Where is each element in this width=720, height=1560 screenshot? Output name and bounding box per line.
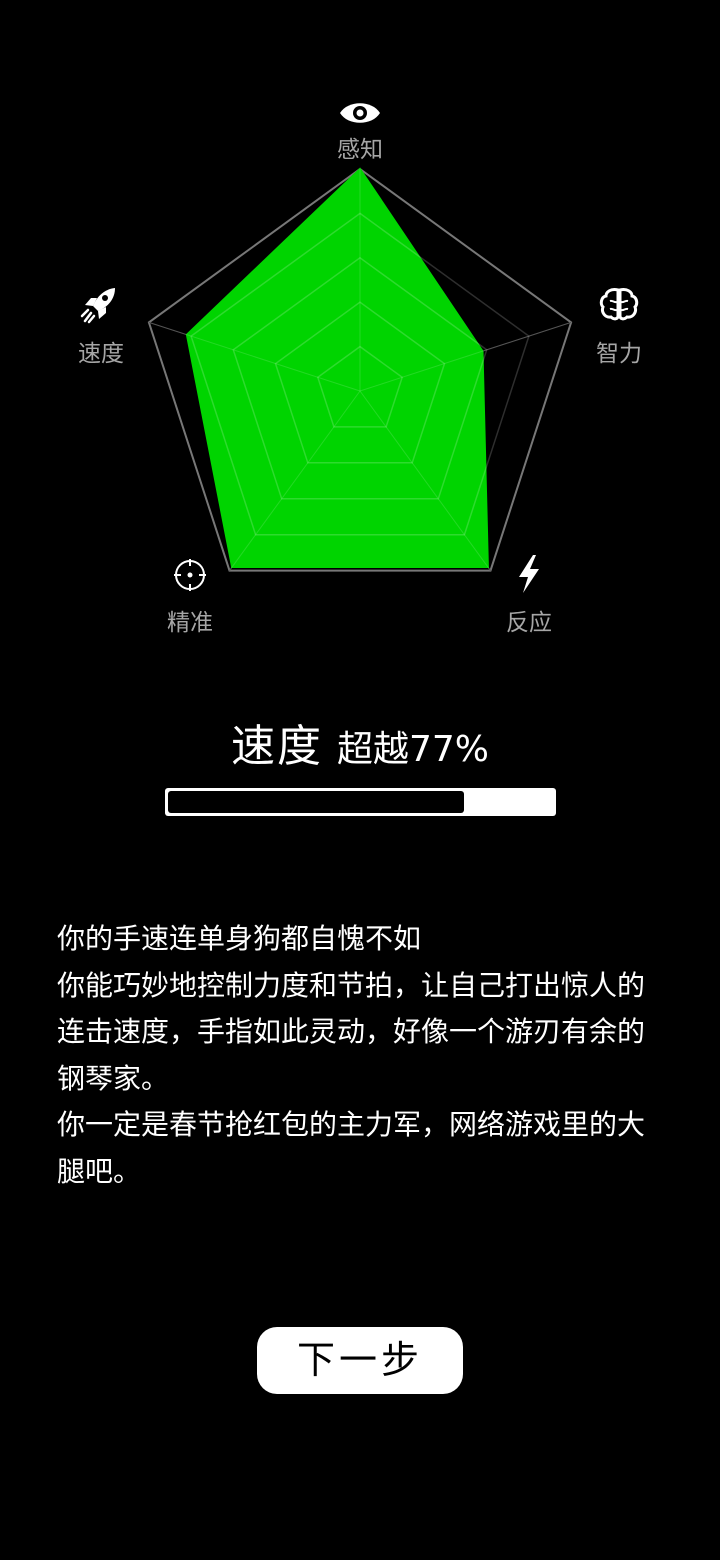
- description-line: 你一定是春节抢红包的主力军，网络游戏里的大腿吧。: [57, 1108, 646, 1188]
- rocket-icon: [80, 288, 115, 324]
- axis-label-perception: 感知: [337, 137, 383, 163]
- description-line: 你的手速连单身狗都自愧不如: [57, 922, 422, 955]
- result-attribute: 速度: [230, 721, 323, 772]
- axis-label-speed: 速度: [78, 341, 124, 367]
- crosshair-icon: [174, 559, 206, 591]
- brain-icon: [599, 288, 639, 321]
- result-progress-fill: [168, 791, 464, 813]
- result-progress-bar: [165, 788, 556, 816]
- description-line: 你能巧妙地控制力度和节拍，让自己打出惊人的连击速度，手指如此灵动，好像一个游刃有…: [57, 968, 646, 1095]
- axis-label-intelligence: 智力: [596, 341, 642, 367]
- result-exceed-percent: 超越77%: [336, 729, 490, 770]
- next-button[interactable]: 下一步: [257, 1327, 463, 1394]
- result-description: 你的手速连单身狗都自愧不如 你能巧妙地控制力度和节拍，让自己打出惊人的连击速度，…: [57, 916, 657, 1195]
- axis-label-precision: 精准: [167, 610, 213, 636]
- result-heading: 速度 超越77%: [0, 710, 720, 774]
- axis-label-reaction: 反应: [506, 610, 552, 636]
- lightning-icon: [519, 555, 539, 593]
- eye-icon: [340, 103, 380, 123]
